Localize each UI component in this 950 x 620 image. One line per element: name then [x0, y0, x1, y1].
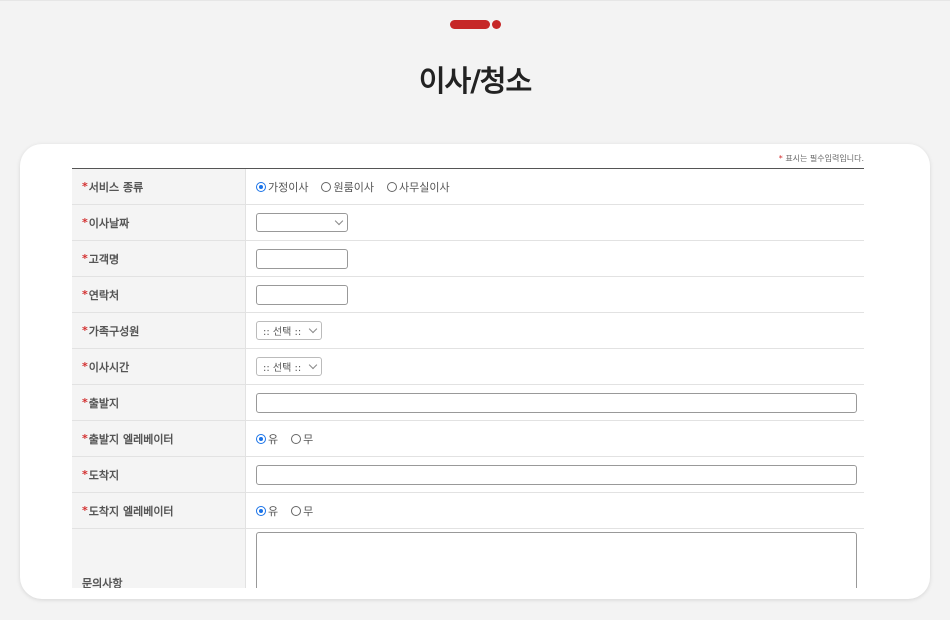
chevron-down-icon	[308, 324, 318, 334]
chevron-down-icon	[308, 360, 318, 370]
label-customer-name: * 고객명	[72, 241, 246, 276]
row-family-members: * 가족구성원 :: 선택 ::	[72, 313, 864, 349]
radio-home-move-circle[interactable]	[256, 181, 266, 192]
row-move-time: * 이사시간 :: 선택 ::	[72, 349, 864, 385]
decoration-dot	[492, 20, 501, 29]
label-text: 출발지	[88, 396, 120, 410]
label-text: 이사시간	[88, 360, 130, 374]
radio-home-move[interactable]: 가정이사	[256, 179, 308, 195]
move-time-select[interactable]: :: 선택 ::	[256, 357, 322, 376]
radio-label: 무	[303, 504, 314, 518]
select-value: :: 선택 ::	[263, 327, 302, 338]
label-destination: * 도착지	[72, 457, 246, 492]
contact-input[interactable]	[256, 284, 348, 305]
required-note: * 표시는 필수입력입니다.	[779, 153, 864, 164]
radio-label: 사무실이사	[398, 180, 450, 194]
label-inquiry: 문의사항	[72, 529, 246, 588]
form-table: * 서비스 종류 가정이사 원룸이사 사무실이사 * 이사날짜 * 고객명 * …	[72, 168, 864, 588]
label-contact: * 연락처	[72, 277, 246, 312]
field-destination-elevator: 유 무	[246, 493, 864, 528]
required-star: *	[82, 252, 88, 265]
field-origin	[246, 385, 864, 420]
field-family-members: :: 선택 ::	[246, 313, 864, 348]
row-inquiry: 문의사항	[72, 529, 864, 588]
label-text: 문의사항	[82, 577, 123, 588]
radio-label: 유	[268, 504, 279, 518]
required-star: *	[82, 432, 88, 445]
row-customer-name: * 고객명	[72, 241, 864, 277]
radio-label: 원룸이사	[333, 180, 374, 194]
label-text: 가족구성원	[88, 324, 140, 338]
label-text: 도착지	[88, 468, 120, 482]
row-destination: * 도착지	[72, 457, 864, 493]
required-star: *	[82, 216, 88, 229]
radio-origin-elevator-yes[interactable]: 유	[256, 431, 278, 447]
decoration-pill	[450, 20, 490, 29]
row-destination-elevator: * 도착지 엘레베이터 유 무	[72, 493, 864, 529]
radio-circle[interactable]	[291, 433, 302, 444]
label-text: 출발지 엘레베이터	[88, 432, 174, 446]
label-text: 도착지 엘레베이터	[88, 504, 174, 518]
required-star: *	[82, 360, 88, 373]
label-text: 서비스 종류	[88, 180, 144, 194]
form-card: * 표시는 필수입력입니다. * 서비스 종류 가정이사 원룸이사 사무실이사 …	[20, 144, 930, 599]
required-star: *	[82, 504, 88, 517]
customer-name-input[interactable]	[256, 248, 348, 269]
radio-oneroom-move-circle[interactable]	[321, 181, 332, 192]
top-divider	[0, 0, 950, 1]
origin-input[interactable]	[256, 392, 857, 413]
row-service-type: * 서비스 종류 가정이사 원룸이사 사무실이사	[72, 169, 864, 205]
label-destination-elevator: * 도착지 엘레베이터	[72, 493, 246, 528]
label-service-type: * 서비스 종류	[72, 169, 246, 204]
radio-label: 유	[268, 432, 279, 446]
label-move-time: * 이사시간	[72, 349, 246, 384]
chevron-down-icon	[334, 216, 344, 226]
select-value: :: 선택 ::	[263, 363, 302, 374]
field-move-date	[246, 205, 864, 240]
field-move-time: :: 선택 ::	[246, 349, 864, 384]
required-note-star: *	[778, 154, 783, 163]
radio-label: 가정이사	[268, 180, 309, 194]
field-service-type: 가정이사 원룸이사 사무실이사	[246, 169, 864, 204]
label-text: 고객명	[88, 252, 120, 266]
label-family-members: * 가족구성원	[72, 313, 246, 348]
label-text: 연락처	[88, 288, 120, 302]
radio-destination-elevator-yes[interactable]: 유	[256, 503, 278, 519]
required-star: *	[82, 468, 88, 481]
inquiry-textarea[interactable]	[256, 532, 857, 588]
label-origin: * 출발지	[72, 385, 246, 420]
required-star: *	[82, 180, 88, 193]
radio-destination-elevator-no[interactable]: 무	[291, 503, 313, 519]
row-origin: * 출발지	[72, 385, 864, 421]
field-customer-name	[246, 241, 864, 276]
field-inquiry	[246, 529, 864, 588]
field-destination	[246, 457, 864, 492]
radio-label: 무	[303, 432, 314, 446]
required-star: *	[82, 288, 88, 301]
required-star: *	[82, 396, 88, 409]
required-star: *	[82, 324, 88, 337]
row-origin-elevator: * 출발지 엘레베이터 유 무	[72, 421, 864, 457]
radio-circle[interactable]	[291, 505, 302, 516]
radio-circle[interactable]	[256, 433, 266, 444]
radio-circle[interactable]	[256, 505, 266, 516]
row-contact: * 연락처	[72, 277, 864, 313]
label-origin-elevator: * 출발지 엘레베이터	[72, 421, 246, 456]
radio-office-move[interactable]: 사무실이사	[386, 179, 450, 195]
family-members-select[interactable]: :: 선택 ::	[256, 321, 322, 340]
required-note-text: 표시는 필수입력입니다.	[785, 154, 864, 163]
radio-origin-elevator-no[interactable]: 무	[291, 431, 313, 447]
page-title: 이사/청소	[418, 64, 532, 98]
label-move-date: * 이사날짜	[72, 205, 246, 240]
row-move-date: * 이사날짜	[72, 205, 864, 241]
radio-oneroom-move[interactable]: 원룸이사	[321, 179, 374, 195]
field-contact	[246, 277, 864, 312]
radio-office-move-circle[interactable]	[386, 181, 397, 192]
destination-input[interactable]	[256, 464, 857, 485]
field-origin-elevator: 유 무	[246, 421, 864, 456]
move-date-select[interactable]	[256, 213, 348, 232]
form-container: * 표시는 필수입력입니다. * 서비스 종류 가정이사 원룸이사 사무실이사 …	[72, 144, 864, 588]
label-text: 이사날짜	[88, 216, 130, 230]
